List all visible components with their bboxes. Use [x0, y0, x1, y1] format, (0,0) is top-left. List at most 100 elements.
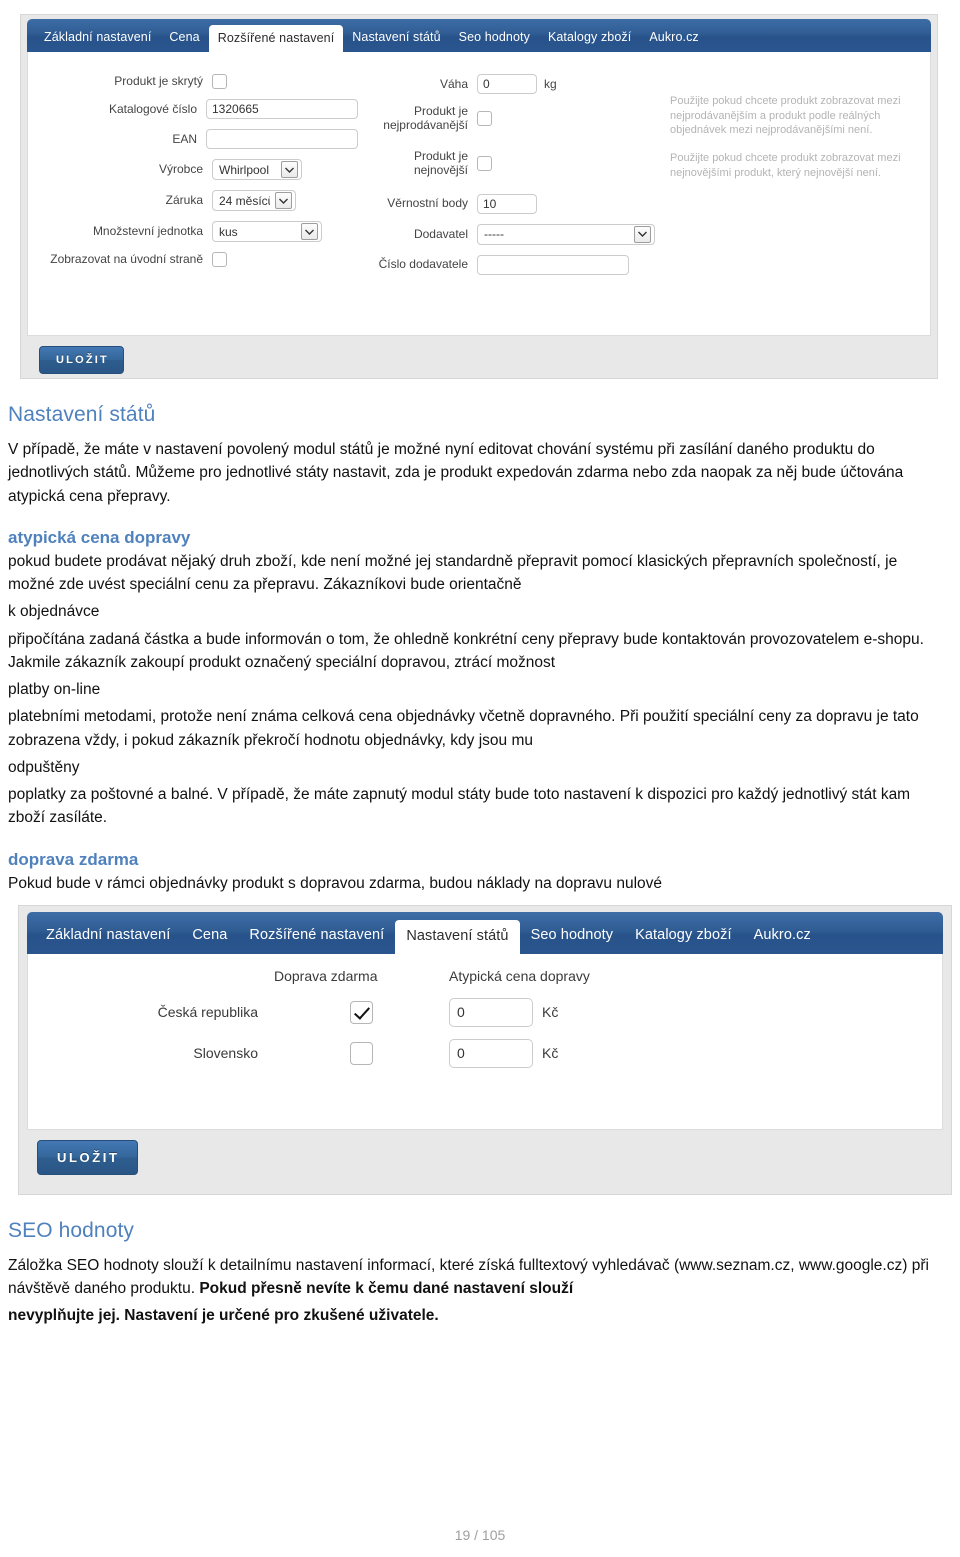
- tab2-katalogy-zbozi[interactable]: Katalogy zboží: [624, 928, 743, 954]
- column-header-atypical-price: Atypická cena dopravy: [449, 967, 590, 984]
- field-supplier: Dodavatel -----: [358, 223, 658, 245]
- field-catalog-number: Katalogové číslo: [28, 99, 358, 119]
- product-tabbar: Základní nastavení Cena Rozšířené nastav…: [27, 19, 931, 52]
- label-catalog-number: Katalogové číslo: [108, 101, 197, 116]
- tab2-seo-hodnoty[interactable]: Seo hodnoty: [520, 928, 625, 954]
- field-loyalty-points: Věrnostní body: [358, 193, 658, 214]
- screenshot-extended-settings: Základní nastavení Cena Rozšířené nastav…: [20, 14, 938, 379]
- field-bestseller: Produkt je nejprodávanější: [358, 104, 658, 133]
- tab-nastaveni-statu[interactable]: Nastavení států: [343, 30, 449, 53]
- field-supplier-number: Číslo dodavatele: [358, 254, 658, 275]
- paragraph-atypical-4: platby on-line: [8, 681, 101, 698]
- tab-aukro-cz[interactable]: Aukro.cz: [640, 30, 707, 53]
- field-show-on-homepage: Zobrazovat na úvodní straně: [28, 252, 358, 267]
- save-row-1: ULOŽIT: [21, 336, 937, 374]
- country-settings-panel: Doprava zdarma Atypická cena dopravy Čes…: [27, 953, 943, 1130]
- select-quantity-unit-value: kus: [219, 224, 238, 239]
- save-button-2[interactable]: ULOŽIT: [37, 1139, 138, 1175]
- label-newest: Produkt je nejnovější: [413, 148, 468, 178]
- label-supplier-number: Číslo dodavatele: [378, 257, 468, 272]
- document-body: Nastavení států V případě, že máte v nas…: [0, 403, 960, 895]
- save-row-2: ULOŽIT: [19, 1130, 951, 1175]
- label-bestseller: Produkt je nejprodávanější: [383, 104, 468, 133]
- paragraph-seo-bold: nevyplňujte jej. Nastavení je určené pro…: [8, 1304, 946, 1327]
- label-product-hidden: Produkt je skrytý: [114, 74, 203, 89]
- tab2-zakladni-nastaveni[interactable]: Základní nastavení: [35, 928, 181, 954]
- paragraph-atypical-7: poplatky za poštovné a balné. V případě,…: [8, 786, 911, 827]
- form-column-middle: Váha kg Produkt je nejprodávanější Produ…: [358, 68, 658, 335]
- heading-nastaveni-statu: Nastavení států: [8, 403, 156, 426]
- product-tabbar-2: Základní nastavení Cena Rozšířené nastav…: [27, 911, 943, 954]
- tab-rozsirene-nastaveni[interactable]: Rozšířené nastavení: [208, 24, 344, 52]
- input-ean[interactable]: [206, 129, 358, 149]
- chevron-down-icon: [281, 161, 298, 178]
- field-weight: Váha kg: [358, 74, 658, 94]
- field-quantity-unit: Množstevní jednotka kus: [28, 221, 358, 242]
- label-weight-unit: kg: [544, 77, 557, 91]
- seo-text-part3: nevyplňujte jej. Nastavení je určené pro…: [8, 1307, 439, 1325]
- label-supplier: Dodavatel: [413, 226, 468, 241]
- paragraph-atypical-3: připočítána zadaná částka a bude informo…: [8, 630, 924, 671]
- checkbox-bestseller[interactable]: [477, 110, 492, 126]
- paragraph-atypical-5: platebními metodami, protože není známa …: [8, 708, 919, 749]
- extended-settings-panel: Produkt je skrytý Katalogové číslo EAN V…: [27, 52, 931, 336]
- paragraph-atypical-1: pokud budete prodávat nějaký druh zboží,…: [8, 552, 898, 593]
- paragraph-atypical-2: k objednávce: [8, 603, 100, 621]
- checkbox-free-shipping-cz[interactable]: [350, 1000, 373, 1024]
- row-country-name: Česká republika: [157, 1004, 258, 1021]
- label-show-on-homepage: Zobrazovat na úvodní straně: [50, 252, 203, 267]
- tab-cena[interactable]: Cena: [160, 30, 208, 53]
- select-warranty[interactable]: 24 měsíců: [212, 190, 296, 211]
- tab2-aukro-cz[interactable]: Aukro.cz: [743, 928, 822, 954]
- paragraph-doprava-zdarma: Pokud bude v rámci objednávky produkt s …: [8, 874, 662, 892]
- label-quantity-unit: Množstevní jednotka: [92, 224, 203, 239]
- row-country-name: Slovensko: [193, 1045, 258, 1062]
- heading-doprava-zdarma: doprava zdarma: [8, 849, 139, 869]
- chevron-down-icon: [275, 192, 292, 209]
- tab2-rozsirene-nastaveni[interactable]: Rozšířené nastavení: [238, 928, 395, 954]
- help-text-bestseller: Použijte pokud chcete produkt zobrazovat…: [670, 95, 901, 137]
- select-supplier[interactable]: -----: [477, 223, 655, 245]
- input-loyalty-points[interactable]: [477, 193, 537, 214]
- checkbox-newest[interactable]: [477, 155, 492, 171]
- tab2-cena[interactable]: Cena: [181, 928, 238, 954]
- form-column-left: Produkt je skrytý Katalogové číslo EAN V…: [28, 68, 358, 335]
- field-ean: EAN: [28, 129, 358, 149]
- input-atypical-price-sk[interactable]: [449, 1038, 533, 1068]
- paragraph-atypical-6: odpuštěny: [8, 758, 80, 776]
- country-settings-table: Doprava zdarma Atypická cena dopravy Čes…: [28, 954, 942, 1068]
- checkbox-free-shipping-sk[interactable]: [350, 1041, 373, 1065]
- checkbox-show-on-homepage[interactable]: [212, 252, 227, 267]
- heading-seo-hodnoty: SEO hodnoty: [8, 1218, 135, 1242]
- tab-zakladni-nastaveni[interactable]: Základní nastavení: [35, 30, 160, 53]
- table-header-row: Doprava zdarma Atypická cena dopravy: [28, 968, 942, 984]
- tab-seo-hodnoty[interactable]: Seo hodnoty: [450, 30, 539, 53]
- document-body-seo: SEO hodnoty Záložka SEO hodnoty slouží k…: [0, 1219, 960, 1328]
- table-row: Česká republika Kč: [28, 997, 942, 1027]
- label-weight: Váha: [439, 76, 468, 91]
- field-product-hidden: Produkt je skrytý: [28, 74, 358, 89]
- input-atypical-price-cz[interactable]: [449, 997, 533, 1027]
- heading-atypicka-cena-dopravy: atypická cena dopravy: [8, 527, 191, 547]
- select-quantity-unit[interactable]: kus: [212, 221, 322, 242]
- select-warranty-value: 24 měsíců: [219, 193, 270, 208]
- select-manufacturer-value: Whirlpool: [219, 162, 270, 177]
- input-weight[interactable]: [477, 74, 537, 94]
- save-button[interactable]: ULOŽIT: [39, 346, 124, 374]
- table-row: Slovensko Kč: [28, 1038, 942, 1068]
- form-column-help: Použijte pokud chcete produkt zobrazovat…: [658, 68, 930, 335]
- select-manufacturer[interactable]: Whirlpool: [212, 159, 302, 180]
- column-header-free-shipping: Doprava zdarma: [274, 967, 378, 984]
- paragraph-nastaveni-statu: V případě, že máte v nastavení povolený …: [8, 441, 904, 505]
- select-supplier-value: -----: [484, 227, 504, 242]
- input-supplier-number[interactable]: [477, 254, 629, 275]
- paragraph-seo: Záložka SEO hodnoty slouží k detailnímu …: [8, 1254, 946, 1301]
- checkbox-product-hidden[interactable]: [212, 74, 227, 89]
- screenshot-country-settings: Základní nastavení Cena Rozšířené nastav…: [18, 904, 952, 1195]
- tab-katalogy-zbozi[interactable]: Katalogy zboží: [539, 30, 640, 53]
- seo-text-part2: Pokud přesně nevíte k čemu dané nastaven…: [199, 1280, 574, 1297]
- field-warranty: Záruka 24 měsíců: [28, 190, 358, 211]
- input-catalog-number[interactable]: [206, 99, 358, 119]
- tab2-nastaveni-statu[interactable]: Nastavení států: [395, 920, 520, 954]
- page-number: 19 / 105: [454, 1527, 506, 1543]
